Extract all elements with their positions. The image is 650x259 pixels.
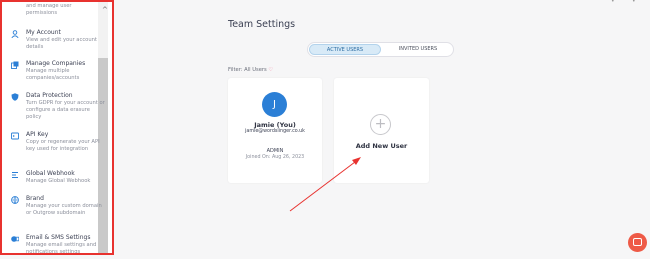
globe-icon xyxy=(11,196,19,204)
add-user-card[interactable]: + Add New User xyxy=(334,78,429,183)
window-control-icon[interactable]: • xyxy=(632,0,636,5)
mail-icon xyxy=(11,236,19,242)
partial-item-desc: and manage user permissions xyxy=(26,3,72,16)
user-role: ADMIN xyxy=(266,148,284,154)
sidebar-item-label: API Key xyxy=(26,131,49,138)
user-icon xyxy=(11,30,19,38)
sidebar-item-desc: Copy or regenerate your API key used for… xyxy=(26,139,100,152)
user-name: Jamie (You) xyxy=(254,121,296,129)
user-card[interactable]: J Jamie (You) jamie@wordslinger.co.uk AD… xyxy=(228,78,322,183)
companies-icon xyxy=(11,61,19,69)
sidebar-item-label: Global Webhook xyxy=(26,170,75,177)
add-user-label: Add New User xyxy=(355,142,408,150)
user-joined-date: Joined On: Aug 26, 2023 xyxy=(245,155,305,160)
page-title: Team Settings xyxy=(228,19,296,30)
sidebar-item-label: Data Protection xyxy=(26,92,73,99)
api-icon xyxy=(11,132,19,140)
sidebar-item-desc: Manage your custom domain or Outgrow sub… xyxy=(26,203,102,216)
sidebar-item-desc: View and edit your account details xyxy=(26,37,97,50)
window-control-icon[interactable]: • xyxy=(611,0,615,5)
sidebar-item-email-sms[interactable]: Email & SMS Settings Manage email settin… xyxy=(11,234,101,253)
sidebar-item-global-webhook[interactable]: Global Webhook Manage Global Webhook xyxy=(11,170,101,188)
user-tabs: ACTIVE USERS INVITED USERS xyxy=(307,42,454,57)
tab-invited-users[interactable]: INVITED USERS xyxy=(384,44,452,55)
chat-icon xyxy=(633,238,642,246)
sidebar-item-label: Manage Companies xyxy=(26,60,86,67)
sidebar-item-desc: Manage multiple companies/accounts xyxy=(26,68,80,81)
user-email: jamie@wordslinger.co.uk xyxy=(245,129,305,134)
webhook-icon xyxy=(12,172,18,178)
filter-label: Filter: All Users xyxy=(228,67,267,73)
sidebar-item-data-protection[interactable]: Data Protection Turn GDPR for your accou… xyxy=(11,92,105,124)
sidebar-item-desc: Manage Global Webhook xyxy=(26,178,91,184)
avatar: J xyxy=(262,92,287,117)
sidebar-item-label: Brand xyxy=(26,195,44,202)
user-filter[interactable]: Filter: All Users ♡ xyxy=(228,67,273,73)
sidebar-item-label: My Account xyxy=(26,29,61,36)
chevron-down-icon: ♡ xyxy=(268,67,274,73)
sidebar-item-desc: Turn GDPR for your account or configure … xyxy=(26,100,105,120)
sidebar-item-label: Email & SMS Settings xyxy=(26,234,91,241)
sidebar-item-manage-companies[interactable]: Manage Companies Manage multiple compani… xyxy=(11,60,101,86)
sidebar-item-api-key[interactable]: API Key Copy or regenerate your API key … xyxy=(11,131,101,163)
shield-icon xyxy=(11,93,19,101)
plus-icon: + xyxy=(370,114,391,135)
sidebar-item-desc: Manage email settings and notifications … xyxy=(26,242,97,255)
sidebar-item-my-account[interactable]: My Account View and edit your account de… xyxy=(11,29,101,53)
sidebar-item-brand[interactable]: Brand Manage your custom domain or Outgr… xyxy=(11,195,102,227)
tab-active-users[interactable]: ACTIVE USERS xyxy=(309,44,381,55)
settings-sidebar: ^ and manage user permissions My Account… xyxy=(0,0,114,255)
chat-button[interactable] xyxy=(628,233,647,252)
